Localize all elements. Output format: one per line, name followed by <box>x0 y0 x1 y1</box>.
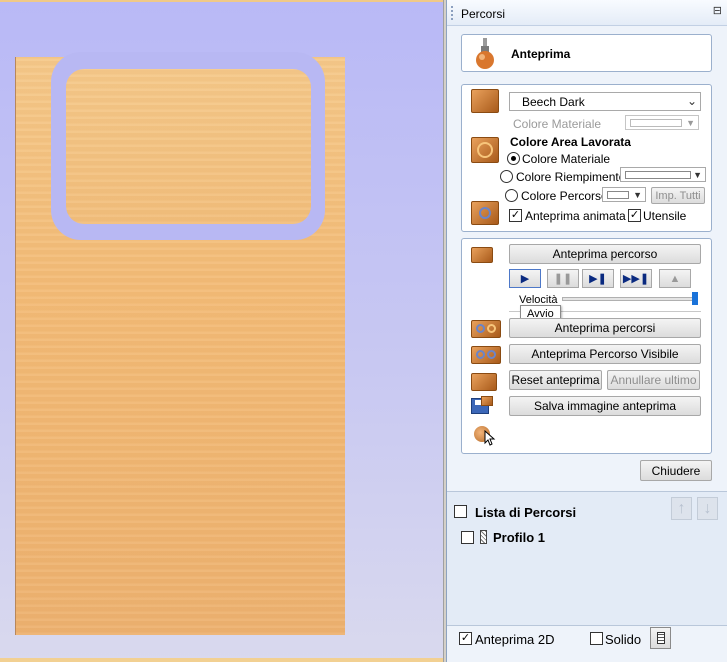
cursor-pointer-icon <box>474 424 498 446</box>
animated-preview-label: Anteprima animata <box>525 209 626 223</box>
animated-preview-checkbox[interactable]: ✓ <box>509 209 522 222</box>
reset-preview-icon <box>471 373 497 391</box>
pause-button[interactable]: ❚❚ <box>547 269 579 288</box>
toolpath-list-title: Lista di Percorsi <box>475 505 577 520</box>
preview-2d-label: Anteprima 2D <box>475 632 555 647</box>
material-select[interactable]: Beech Dark ⌄ <box>509 92 701 111</box>
path-color-swatch <box>607 191 629 199</box>
path-color-picker[interactable]: ▼ <box>602 187 646 202</box>
material-color-picker[interactable]: ▼ <box>625 115 699 130</box>
fill-color-picker[interactable]: ▼ <box>620 167 706 182</box>
toolpath-item-name: Profilo 1 <box>493 530 546 545</box>
toolpaths-panel: Percorsi ⊟ Anteprima Beech Dark ⌄ Colore… <box>446 0 727 662</box>
preview-visible-icon <box>471 346 501 364</box>
preview-paths-icon <box>471 320 501 338</box>
close-button[interactable]: Chiudere <box>640 460 712 481</box>
solid-checkbox[interactable] <box>590 632 603 645</box>
preview-path-icon <box>471 247 493 263</box>
radio-path-color[interactable] <box>505 189 518 202</box>
dropdown-arrow-icon: ▼ <box>693 170 702 180</box>
radio-material-color[interactable] <box>507 152 520 165</box>
step-forward-button[interactable]: ▶❚ <box>582 269 614 288</box>
preview-path-button[interactable]: Anteprima percorso <box>509 244 701 264</box>
preview-visible-button[interactable]: Anteprima Percorso Visibile <box>509 344 701 364</box>
profile-tool-icon <box>480 530 487 544</box>
speed-slider-thumb[interactable] <box>692 292 698 305</box>
fast-forward-button[interactable]: ▶▶❚ <box>620 269 652 288</box>
apply-all-button[interactable]: Imp. Tutti <box>651 187 705 204</box>
undo-last-button[interactable]: Annullare ultimo <box>607 370 700 390</box>
radio-material-color-label: Colore Materiale <box>522 152 611 166</box>
toolpath-list-select-all-checkbox[interactable] <box>454 505 467 518</box>
view-bottom-edge <box>0 658 443 662</box>
play-button[interactable]: ▶ <box>509 269 541 288</box>
pin-icon[interactable]: ⊟ <box>713 4 722 17</box>
stop-button[interactable]: ▲ <box>659 269 691 288</box>
move-down-button[interactable]: ↓ <box>697 497 718 520</box>
animated-preview-icon <box>471 201 499 225</box>
material-select-value: Beech Dark <box>522 95 585 109</box>
save-preview-image-button[interactable]: Salva immagine anteprima <box>509 396 701 416</box>
slot-island <box>66 69 311 224</box>
toolpath-item-checkbox[interactable] <box>461 531 474 544</box>
radio-fill-color[interactable] <box>500 170 513 183</box>
radio-path-color-label: Colore Percorso <box>521 189 608 203</box>
dropdown-arrow-icon: ▼ <box>686 118 695 128</box>
tool-checkbox[interactable]: ✓ <box>628 209 641 222</box>
preview-title: Anteprima <box>511 47 571 61</box>
speed-slider-track[interactable] <box>562 297 696 301</box>
machined-area-title: Colore Area Lavorata <box>510 135 631 149</box>
preview-paths-button[interactable]: Anteprima percorsi <box>509 318 701 338</box>
material-icon <box>471 89 499 113</box>
panel-title: Percorsi <box>461 7 506 21</box>
panel-header: Percorsi ⊟ <box>447 0 727 26</box>
dropdown-arrow-icon: ▼ <box>633 190 642 200</box>
report-icon[interactable] <box>650 627 671 649</box>
radio-fill-color-label: Colore Riempimento <box>516 170 626 184</box>
material-color-swatch <box>630 119 682 127</box>
preview-2d-checkbox[interactable]: ✓ <box>459 632 472 645</box>
grip-icon <box>451 6 453 20</box>
toolpath-list-item[interactable]: Profilo 1 <box>459 529 599 547</box>
reset-preview-button[interactable]: Reset anteprima <box>509 370 602 390</box>
2d-view[interactable] <box>0 0 443 662</box>
solid-label: Solido <box>605 632 642 647</box>
router-bit-icon <box>476 38 494 69</box>
move-up-button[interactable]: ↑ <box>671 497 692 520</box>
fill-color-swatch <box>625 171 691 179</box>
material-color-label: Colore Materiale <box>513 117 602 131</box>
preview-title-box: Anteprima <box>461 34 712 72</box>
save-disk-icon <box>471 396 493 414</box>
chevron-down-icon: ⌄ <box>686 94 697 108</box>
machined-area-icon <box>471 137 499 163</box>
tool-label: Utensile <box>643 209 687 223</box>
